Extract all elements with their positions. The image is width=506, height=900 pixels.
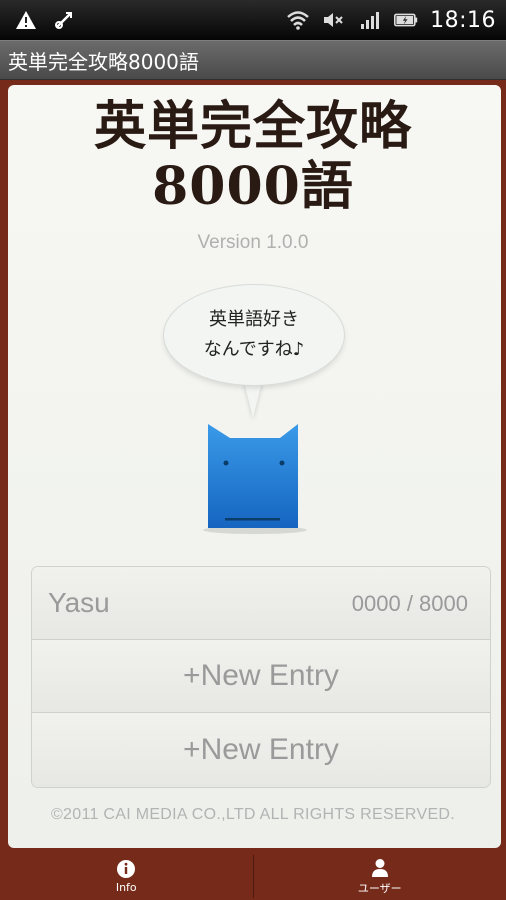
nav-info-label: Info bbox=[115, 881, 137, 894]
new-entry-button[interactable]: +New Entry bbox=[32, 640, 490, 713]
copyright-text: ©2011 CAI MEDIA CO.,LTD ALL RIGHTS RESER… bbox=[50, 806, 456, 823]
app-title: 英単完全攻略 8000語 bbox=[0, 97, 506, 217]
nav-user-button[interactable]: ユーザー bbox=[254, 853, 506, 900]
warning-icon bbox=[14, 8, 38, 32]
nav-info-button[interactable]: Info bbox=[0, 853, 253, 900]
mute-icon bbox=[322, 8, 346, 32]
app-title-line1: 英単完全攻略 bbox=[93, 96, 412, 157]
wifi-icon bbox=[286, 8, 310, 32]
bubble-line1: 英単語好き bbox=[209, 309, 299, 330]
title-bar-text: 英単完全攻略8000語 bbox=[8, 49, 199, 74]
usb-debug-icon bbox=[52, 8, 76, 32]
user-name: Yasu bbox=[48, 587, 110, 618]
battery-icon bbox=[394, 8, 418, 32]
app-title-line2: 8000語 bbox=[152, 156, 354, 217]
bottom-nav: Info ユーザー bbox=[0, 853, 506, 900]
nav-user-label: ユーザー bbox=[357, 881, 402, 895]
signal-icon bbox=[358, 8, 382, 32]
new-entry-button[interactable]: +New Entry bbox=[32, 713, 490, 787]
speech-bubble: 英単語好き なんですね♪ bbox=[164, 285, 344, 385]
clock-time: 18:16 bbox=[430, 7, 496, 33]
new-entry-label: +New Entry bbox=[183, 733, 339, 766]
app-title-bar: 英単完全攻略8000語 bbox=[0, 40, 506, 80]
user-entry-yasu[interactable]: Yasu 0000 / 8000 bbox=[32, 567, 490, 640]
mascot-cat-icon bbox=[203, 424, 307, 534]
info-icon bbox=[117, 860, 136, 878]
user-entry-list: Yasu 0000 / 8000 +New Entry +New Entry bbox=[32, 567, 490, 787]
user-icon bbox=[371, 858, 388, 877]
status-bar: 18:16 bbox=[0, 0, 506, 40]
version-label: Version 1.0.0 bbox=[197, 232, 309, 253]
bubble-line2: なんですね♪ bbox=[203, 339, 305, 360]
user-progress: 0000 / 8000 bbox=[351, 591, 468, 616]
new-entry-label: +New Entry bbox=[183, 659, 339, 692]
